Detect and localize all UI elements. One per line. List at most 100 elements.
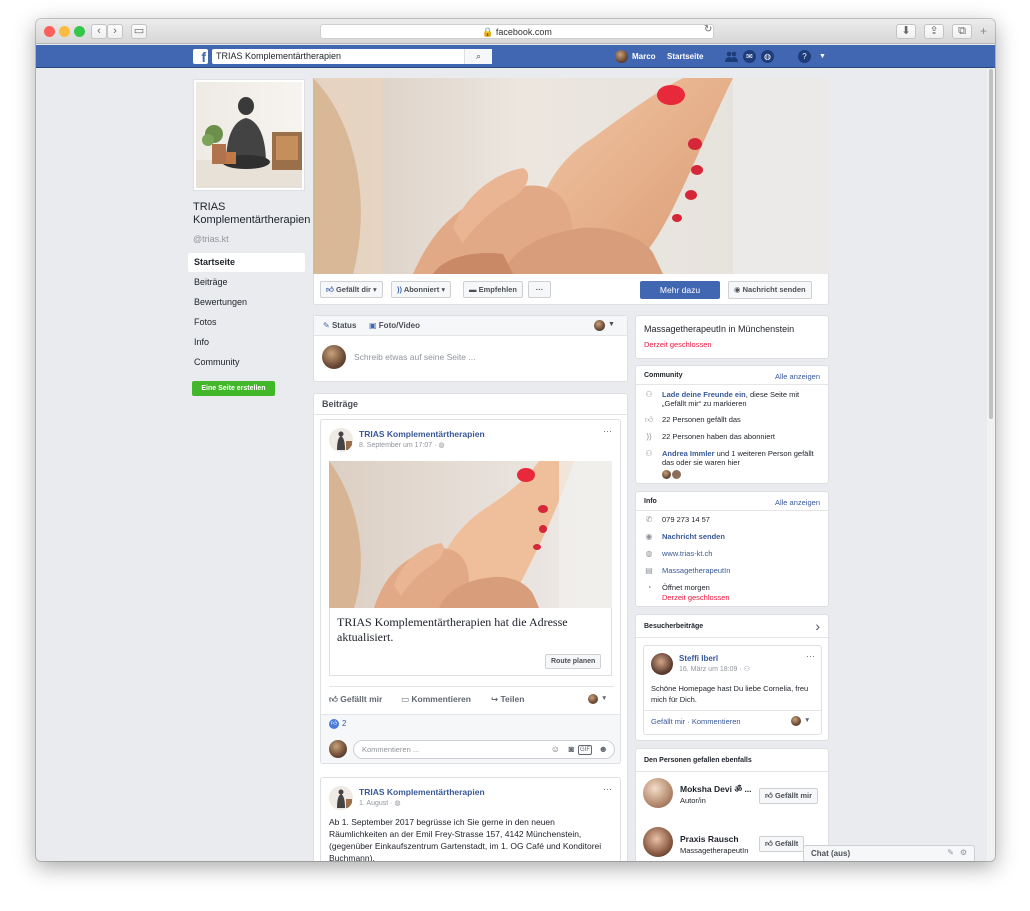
compose-icon[interactable]: ✎ [947, 848, 954, 857]
friend-avatar[interactable] [662, 470, 671, 479]
related-page-avatar[interactable] [643, 827, 673, 857]
post-as-chevron-icon[interactable]: ▼ [608, 321, 615, 328]
page-handle[interactable]: @trias.kt [193, 234, 229, 244]
page-profile-picture[interactable] [193, 79, 305, 191]
help-icon[interactable]: ? [798, 50, 811, 63]
website-link[interactable]: www.trias-kt.ch [662, 549, 712, 558]
post-image[interactable] [329, 461, 612, 608]
account-menu-chevron-icon[interactable]: ▼ [819, 45, 826, 68]
post-options-button[interactable]: ··· [603, 426, 612, 436]
post-timestamp[interactable]: 8. September um 17:07 · ◍ [359, 441, 445, 449]
more-actions-button[interactable]: ··· [528, 281, 551, 298]
new-tab-icon[interactable]: + [980, 24, 987, 38]
friend-requests-icon[interactable] [725, 50, 738, 63]
post-author-link[interactable]: TRIAS Komplementärtherapien [359, 787, 485, 797]
react-as-chevron-icon[interactable]: ▼ [804, 717, 810, 724]
cover-photo[interactable] [313, 78, 829, 274]
related-page-name[interactable]: Praxis Rausch [680, 834, 739, 844]
learn-more-button[interactable]: Mehr dazu [640, 281, 720, 299]
nav-home[interactable]: Startseite [188, 253, 305, 272]
related-page-like-button[interactable]: 👍︎ Gefällt [759, 836, 805, 852]
post-author-avatar[interactable] [329, 428, 353, 452]
nav-posts[interactable]: Beiträge [188, 273, 305, 292]
user-avatar[interactable] [615, 50, 628, 63]
search-icon[interactable]: ⌕ [464, 49, 492, 64]
post-like-button[interactable]: 👍︎ Gefällt mir [329, 694, 382, 705]
home-link[interactable]: Startseite [667, 45, 703, 68]
send-message-button[interactable]: ◉ Nachricht senden [728, 281, 812, 299]
scrollbar[interactable] [987, 69, 995, 861]
post-share-button[interactable]: ↪ Teilen [491, 694, 524, 705]
post-options-button[interactable]: ··· [603, 784, 612, 794]
address-bar[interactable]: 🔒 facebook.com [320, 24, 714, 39]
post-author-link[interactable]: TRIAS Komplementärtherapien [359, 429, 485, 439]
notifications-globe-icon[interactable]: ◍ [761, 50, 774, 63]
related-page-avatar[interactable] [643, 778, 673, 808]
phone-number[interactable]: 079 273 14 57 [662, 515, 710, 524]
info-send-message-link[interactable]: Nachricht senden [662, 532, 725, 541]
sidebar-icon[interactable]: ▭ [131, 24, 147, 39]
sticker-icon[interactable]: ☻ [599, 744, 608, 754]
create-page-button[interactable]: Eine Seite erstellen [192, 381, 275, 396]
nav-community[interactable]: Community [188, 353, 305, 372]
community-see-all-link[interactable]: Alle anzeigen [775, 372, 820, 381]
like-page-button[interactable]: 👍︎ Gefällt dir ▾ [320, 281, 383, 298]
share-icon[interactable]: ⇪ [924, 24, 944, 39]
tabs-icon[interactable]: ⧉ [952, 24, 972, 39]
minimize-window-button[interactable] [59, 26, 70, 37]
likes-count-text[interactable]: 22 Personen gefällt das [662, 415, 741, 424]
related-page-name[interactable]: Moksha Devi ॐ ... [680, 784, 752, 795]
post-as-avatar[interactable] [594, 320, 605, 331]
emoji-icon[interactable]: ☺ [551, 744, 560, 754]
follows-count-text[interactable]: 22 Personen haben das abonniert [662, 432, 775, 441]
related-page-like-button[interactable]: 👍︎ Gefällt mir [759, 788, 819, 804]
gear-icon[interactable]: ⚙ [960, 848, 967, 857]
visitor-avatar[interactable] [651, 653, 673, 675]
react-as-chevron-icon[interactable]: ▼ [601, 695, 607, 702]
page-category-location[interactable]: MassagetherapeutIn in Münchenstein [644, 324, 794, 334]
friend-name-link[interactable]: Andrea Immler [662, 449, 715, 458]
user-name-link[interactable]: Marco [632, 45, 656, 68]
nav-info[interactable]: Info [188, 333, 305, 352]
recommend-button[interactable]: ▬ Empfehlen [463, 281, 523, 298]
camera-icon[interactable]: ◙ [569, 744, 574, 754]
composer-status-tab[interactable]: ✎ Status [323, 321, 356, 330]
react-as-avatar[interactable] [588, 694, 598, 704]
composer-photo-tab[interactable]: ▣ Foto/Video [369, 321, 420, 330]
react-as-avatar[interactable] [791, 716, 801, 726]
like-count[interactable]: 2 [342, 719, 346, 728]
forward-icon[interactable]: › [107, 24, 123, 39]
search-input[interactable]: TRIAS Komplementärtherapien [212, 49, 492, 64]
zoom-window-button[interactable] [74, 26, 85, 37]
post-author-avatar[interactable] [329, 786, 353, 810]
category-link[interactable]: MassagetherapeutIn [662, 566, 730, 575]
chevron-right-icon[interactable]: › [815, 618, 820, 634]
visitor-author-link[interactable]: Steffi Iberl [679, 654, 718, 663]
back-icon[interactable]: ‹ [91, 24, 107, 39]
messenger-icon[interactable]: ✉ [743, 50, 756, 63]
follow-button[interactable]: )) Abonniert ▾ [391, 281, 452, 298]
post-comment-button[interactable]: ▭ Kommentieren [401, 694, 471, 705]
post-timestamp[interactable]: 1. August · ◍ [359, 799, 401, 807]
composer-input[interactable]: Schreib etwas auf seine Seite ... [354, 352, 475, 362]
nav-reviews[interactable]: Bewertungen [188, 293, 305, 312]
visitor-post-options[interactable]: ··· [806, 651, 815, 661]
hours-text[interactable]: Öffnet morgen [662, 583, 710, 592]
chat-bar[interactable]: Chat (aus) ✎ ⚙ [803, 845, 975, 861]
visitor-post-actions[interactable]: Gefällt mir · Kommentieren [651, 717, 741, 726]
facebook-logo[interactable]: f [193, 49, 208, 65]
gif-icon[interactable]: GIF [578, 745, 592, 755]
friend-avatar[interactable] [672, 470, 681, 479]
community-title: Community [644, 372, 683, 379]
visitor-timestamp[interactable]: 16. März um 18:09 · ⚇ [679, 665, 750, 673]
reload-icon[interactable]: ↻ [704, 24, 712, 35]
invite-friends-link[interactable]: Lade deine Freunde ein [662, 390, 746, 399]
close-window-button[interactable] [44, 26, 55, 37]
comment-input[interactable]: Kommentieren ... ☺ ◙ GIF ☻ [353, 740, 615, 759]
route-button[interactable]: Route planen [545, 654, 602, 669]
nav-photos[interactable]: Fotos [188, 313, 305, 332]
download-icon[interactable]: ⬇ [896, 24, 916, 39]
scrollbar-thumb[interactable] [989, 69, 993, 419]
info-see-all-link[interactable]: Alle anzeigen [775, 498, 820, 507]
page-name[interactable]: TRIAS Komplementärtherapien [193, 201, 311, 227]
